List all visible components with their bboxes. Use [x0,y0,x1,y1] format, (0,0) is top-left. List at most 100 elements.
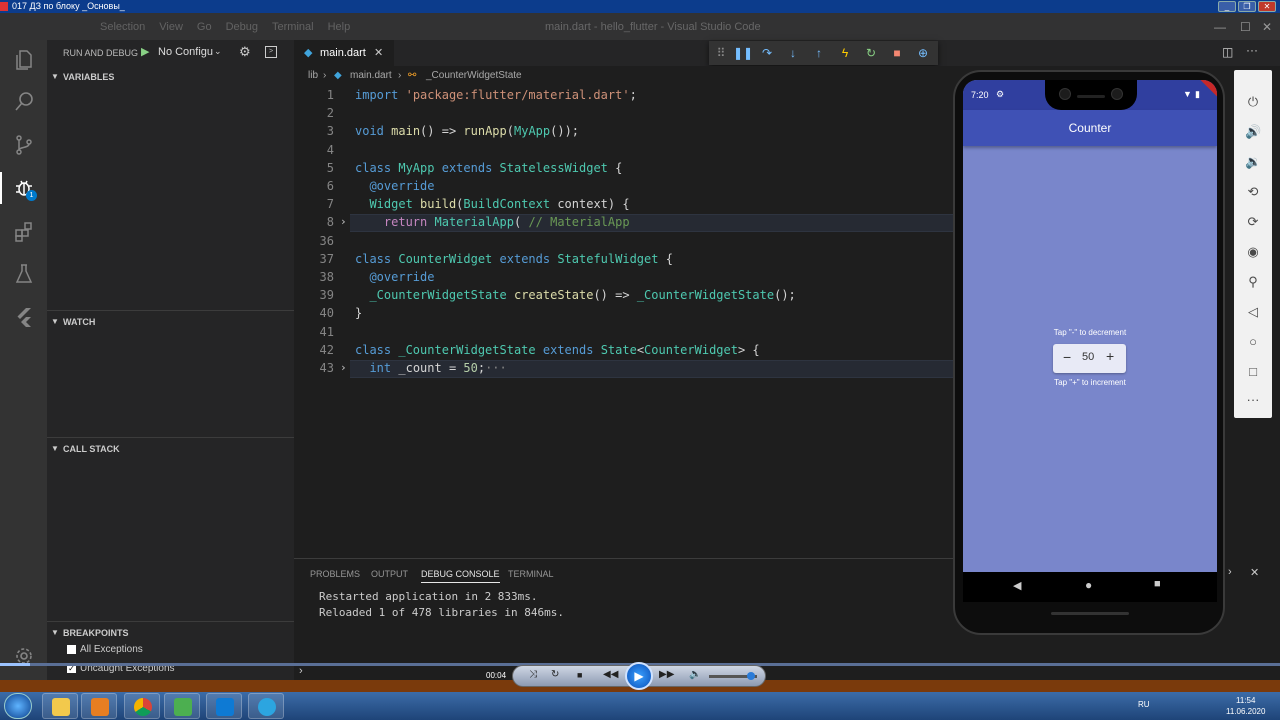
tab-output[interactable]: OUTPUT [371,569,408,579]
inspect-widget-icon[interactable]: ⊕ [915,45,931,61]
search-icon[interactable] [12,90,36,114]
play-button[interactable]: ▶ [625,662,653,690]
step-over-icon[interactable]: ↷ [759,45,775,61]
volume-slider[interactable] [709,672,757,680]
shuffle-icon[interactable]: ⤨ [529,669,537,680]
gear-icon[interactable]: ⚙ [239,44,251,60]
step-into-icon[interactable]: ↓ [785,45,801,61]
phone-screen[interactable]: 7:20 ⚙ ▼ ▮ Counter Tap "-" to decrement … [963,80,1217,602]
code-line[interactable]: void main() => runApp(MyApp()); [355,124,579,138]
rotate-right-icon[interactable]: ⟳ [1245,214,1261,230]
breakpoints-header[interactable]: ▼ BREAKPOINTS [47,621,294,643]
debug-console-icon[interactable]: > [265,46,277,58]
menu-item[interactable]: Help [328,21,351,33]
restore-button[interactable]: ❐ [1238,1,1256,12]
fold-chevron-icon[interactable]: › [340,361,347,374]
menu-item[interactable]: View [159,21,183,33]
volume-up-icon[interactable]: 🔊 [1245,124,1261,140]
explorer-icon[interactable] [12,48,36,72]
back-icon[interactable]: ◁ [1245,304,1261,320]
vs-close-icon[interactable]: ✕ [1262,20,1272,34]
notepad-taskbar-icon[interactable] [164,693,200,719]
repeat-icon[interactable]: ↻ [551,669,559,680]
media-player-taskbar-icon[interactable] [81,693,117,719]
overview-icon[interactable]: □ [1245,364,1261,380]
home-icon[interactable]: ○ [1245,334,1261,350]
volume-down-icon[interactable]: 🔉 [1245,154,1261,170]
code-line[interactable]: Widget build(BuildContext context) { [355,197,629,211]
testing-icon[interactable] [12,262,36,286]
breakpoint-all-exceptions[interactable]: All Exceptions [67,644,143,655]
previous-icon[interactable]: ◀◀ [603,669,618,680]
menu-item[interactable]: Selection [100,21,145,33]
menu-item[interactable]: Debug [226,21,258,33]
tab-debug-console[interactable]: DEBUG CONSOLE [421,569,500,583]
tab-terminal[interactable]: TERMINAL [508,569,554,579]
minimize-button[interactable]: _ [1218,1,1236,12]
explorer-taskbar-icon[interactable] [42,693,78,719]
chrome-taskbar-icon[interactable] [124,693,160,719]
close-panel-icon[interactable]: ✕ [1250,566,1259,579]
call-stack-header[interactable]: ▼ CALL STACK [47,437,294,459]
zoom-icon[interactable]: ⚲ [1245,274,1261,290]
watch-header[interactable]: ▼ WATCH [47,310,294,332]
code-line[interactable]: class CounterWidget extends StatefulWidg… [355,252,673,266]
start-button[interactable] [4,693,32,719]
debug-icon[interactable]: 1 [12,176,37,201]
power-icon[interactable]: ⏻ [1245,94,1261,110]
more-icon[interactable]: ··· [1245,392,1261,408]
flutter-icon[interactable] [12,305,36,329]
language-indicator[interactable]: RU [1138,700,1150,709]
breadcrumb-item[interactable]: _CounterWidgetState [426,66,522,86]
drag-handle-icon[interactable]: ⠿ [713,45,729,61]
step-out-icon[interactable]: ↑ [811,45,827,61]
start-debugging-icon[interactable]: ▶ [141,45,149,58]
code-line[interactable]: class _CounterWidgetState extends State<… [355,343,760,357]
code-line[interactable]: class MyApp extends StatelessWidget { [355,161,622,175]
vs-maximize-icon[interactable]: ☐ [1240,20,1251,34]
breadcrumb-item[interactable]: lib [308,66,318,86]
chevron-down-icon[interactable]: ⌄ [214,46,222,57]
vs-minimize-icon[interactable]: — [1214,20,1226,34]
pause-icon[interactable]: ❚❚ [733,45,753,61]
back-icon[interactable]: ◀ [1013,579,1021,592]
code-line[interactable]: return MaterialApp( // MaterialApp [355,215,630,229]
close-button[interactable]: ✕ [1258,1,1276,12]
extensions-icon[interactable] [12,220,36,244]
volume-icon[interactable]: 🔈 [689,669,701,680]
code-editor[interactable]: 1 import 'package:flutter/material.dart';… [294,86,954,558]
code-line[interactable]: @override [355,179,434,193]
vscode-taskbar-icon[interactable] [206,693,242,719]
stop-icon[interactable]: ■ [889,45,905,61]
chevron-right-icon[interactable]: › [1228,566,1232,578]
menu-item[interactable]: Terminal [272,21,314,33]
variables-header[interactable]: ▼ VARIABLES [47,66,294,88]
close-tab-icon[interactable]: ✕ [374,40,383,66]
stop-icon[interactable]: ■ [577,670,582,680]
increment-button[interactable]: + [1106,348,1114,364]
more-actions-icon[interactable]: ··· [1246,43,1258,57]
rotate-left-icon[interactable]: ⟲ [1245,184,1261,200]
hot-reload-icon[interactable]: ϟ [837,45,853,61]
code-line[interactable]: @override [355,270,434,284]
menu-item[interactable]: Go [197,21,212,33]
source-control-icon[interactable] [12,133,36,157]
home-icon[interactable]: ● [1085,578,1092,592]
decrement-button[interactable]: − [1063,349,1071,365]
configuration-select[interactable]: No Configu [158,46,213,58]
restart-icon[interactable]: ↻ [863,45,879,61]
code-line[interactable]: import 'package:flutter/material.dart'; [355,88,637,102]
split-editor-icon[interactable]: ◫ [1222,45,1233,59]
code-line[interactable]: int _count = 50;··· [355,361,506,375]
volume-thumb[interactable] [747,672,755,680]
fold-chevron-icon[interactable]: › [340,215,347,228]
screenshot-icon[interactable]: ◉ [1245,244,1261,260]
checkbox[interactable] [67,644,76,654]
telegram-taskbar-icon[interactable] [248,693,284,719]
code-line[interactable]: _CounterWidgetState createState() => _Co… [355,288,795,302]
tab-problems[interactable]: PROBLEMS [310,569,360,579]
code-line[interactable]: } [355,306,362,320]
breadcrumb-item[interactable]: main.dart [350,66,392,86]
recents-icon[interactable]: ■ [1154,578,1161,590]
next-icon[interactable]: ▶▶ [659,669,674,680]
